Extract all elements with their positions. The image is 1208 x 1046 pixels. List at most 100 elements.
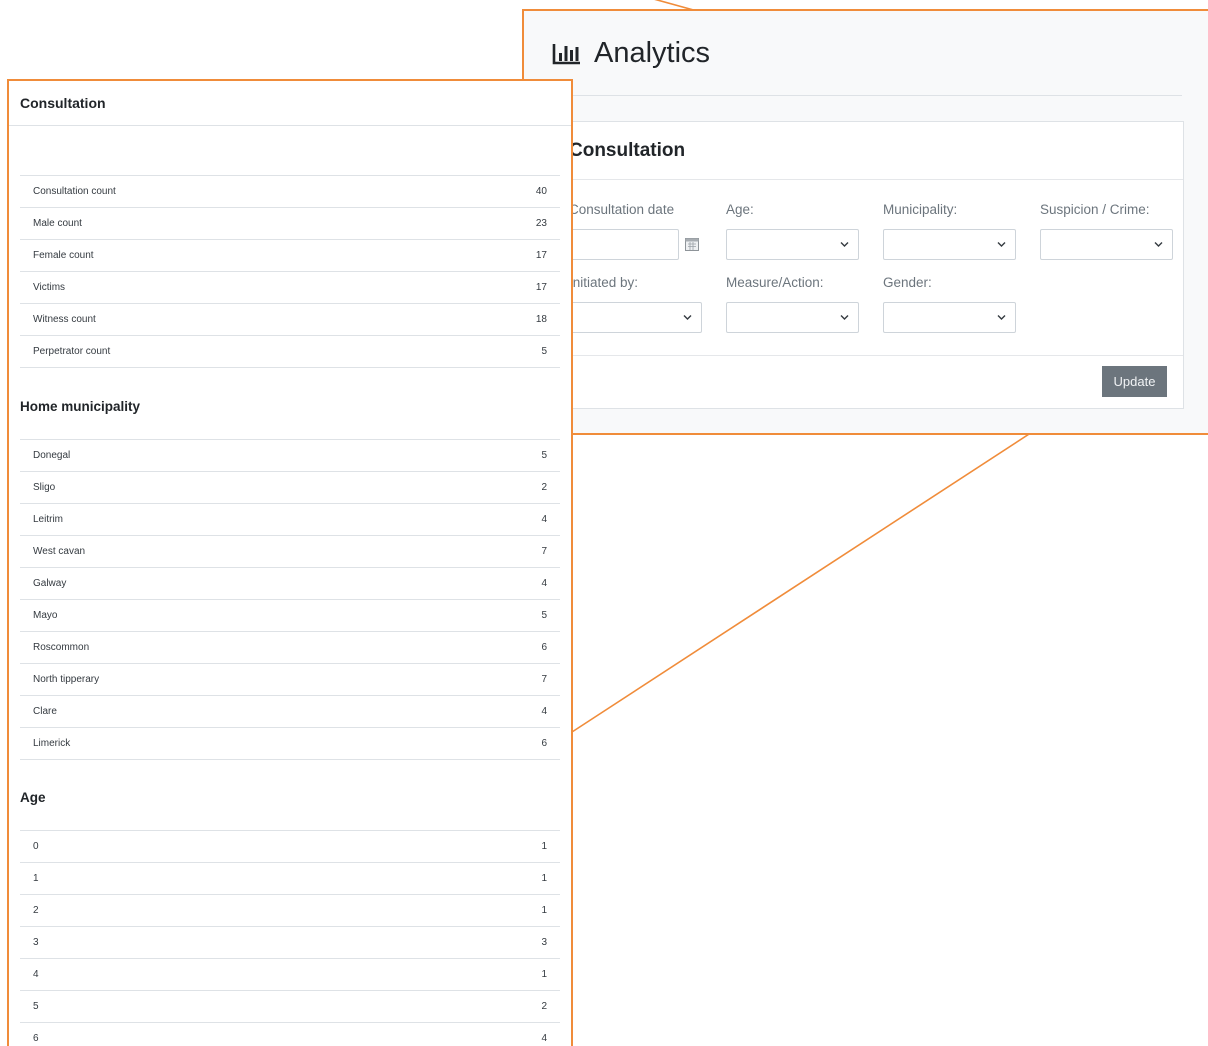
gender-field: Gender: xyxy=(883,275,1023,333)
initiated-by-select[interactable] xyxy=(569,302,702,333)
municipality-label: Municipality: xyxy=(883,202,958,217)
home-municipality-table: Donegal 5 Sligo 2 Leitrim 4 West cavan 7 Gal… xyxy=(20,439,560,760)
age-label: Age: xyxy=(726,202,754,217)
age-select[interactable] xyxy=(726,229,859,260)
row-value: 1 xyxy=(541,841,547,852)
row-label: West cavan xyxy=(33,546,86,557)
measure-action-select[interactable] xyxy=(726,302,859,333)
row-label: Donegal xyxy=(33,450,71,461)
row-label: Clare xyxy=(33,706,57,717)
header-divider xyxy=(552,95,1182,96)
analytics-panel: Analytics Consultation Consultation date xyxy=(522,9,1208,435)
age-table: 01 11 21 33 41 52 64 xyxy=(20,830,560,1046)
table-row: 52 xyxy=(20,991,560,1023)
initiated-by-label: Initiated by: xyxy=(569,275,639,290)
screenshot-stage: Analytics Consultation Consultation date xyxy=(0,0,1208,1046)
row-label: 5 xyxy=(33,1001,39,1012)
row-value: 4 xyxy=(541,1033,547,1044)
summary-table: Consultation count 40 Male count 23 Female… xyxy=(20,175,560,368)
measure-action-field: Measure/Action: xyxy=(726,275,866,333)
row-label: North tipperary xyxy=(33,674,100,685)
analytics-header: Analytics xyxy=(552,37,710,70)
table-row: Leitrim 4 xyxy=(20,504,560,536)
row-value: 23 xyxy=(535,218,547,229)
row-label: 4 xyxy=(33,969,39,980)
row-label: 6 xyxy=(33,1033,39,1044)
row-label: 1 xyxy=(33,873,39,884)
suspicion-crime-label: Suspicion / Crime: xyxy=(1040,202,1150,217)
bar-chart-icon xyxy=(552,43,580,64)
table-row: Male count 23 xyxy=(20,208,560,240)
row-value: 7 xyxy=(541,546,547,557)
gender-select[interactable] xyxy=(883,302,1016,333)
row-label: Consultation count xyxy=(33,186,116,197)
row-value: 5 xyxy=(541,610,547,621)
consultation-filter-card: Consultation Consultation date Age: Muni… xyxy=(552,121,1184,409)
row-value: 4 xyxy=(541,578,547,589)
initiated-by-field: Initiated by: xyxy=(569,275,709,333)
table-row: 21 xyxy=(20,895,560,927)
chevron-down-icon xyxy=(840,242,849,247)
chevron-down-icon xyxy=(997,315,1006,320)
row-value: 3 xyxy=(541,937,547,948)
table-row: 64 xyxy=(20,1023,560,1046)
table-row: Mayo 5 xyxy=(20,600,560,632)
row-value: 1 xyxy=(541,873,547,884)
municipality-field: Municipality: xyxy=(883,202,1023,260)
age-heading: Age xyxy=(20,790,46,805)
row-value: 4 xyxy=(541,514,547,525)
chevron-down-icon xyxy=(1154,242,1163,247)
table-row: Sligo 2 xyxy=(20,472,560,504)
row-value: 1 xyxy=(541,969,547,980)
stats-title: Consultation xyxy=(9,81,571,126)
row-label: Female count xyxy=(33,250,94,261)
row-label: Galway xyxy=(33,578,67,589)
calendar-icon[interactable] xyxy=(685,238,699,251)
row-label: Male count xyxy=(33,218,82,229)
row-label: Sligo xyxy=(33,482,56,493)
row-value: 18 xyxy=(535,314,547,325)
table-row: Limerick 6 xyxy=(20,728,560,760)
chevron-down-icon xyxy=(683,315,692,320)
gender-label: Gender: xyxy=(883,275,932,290)
municipality-select[interactable] xyxy=(883,229,1016,260)
row-value: 5 xyxy=(541,346,547,357)
table-row: Roscommon 6 xyxy=(20,632,560,664)
row-label: 2 xyxy=(33,905,39,916)
card-footer: Update xyxy=(553,355,1183,408)
page-title: Analytics xyxy=(594,37,711,69)
row-label: Limerick xyxy=(33,738,71,749)
consultation-date-input[interactable] xyxy=(569,229,679,260)
row-label: Leitrim xyxy=(33,514,64,525)
consultation-date-field: Consultation date xyxy=(569,202,709,260)
row-value: 17 xyxy=(535,250,547,261)
row-value: 1 xyxy=(541,905,547,916)
row-value: 4 xyxy=(541,706,547,717)
table-row: Victims 17 xyxy=(20,272,560,304)
row-value: 5 xyxy=(541,450,547,461)
table-row: Witness count 18 xyxy=(20,304,560,336)
table-row: 01 xyxy=(20,831,560,863)
suspicion-crime-select[interactable] xyxy=(1040,229,1173,260)
date-input-group xyxy=(569,229,709,260)
card-title: Consultation xyxy=(553,122,1183,180)
update-button[interactable]: Update xyxy=(1102,366,1167,397)
table-row: Galway 4 xyxy=(20,568,560,600)
table-row: Perpetrator count 5 xyxy=(20,336,560,368)
row-value: 6 xyxy=(541,642,547,653)
table-row: Donegal 5 xyxy=(20,440,560,472)
home-municipality-heading: Home municipality xyxy=(20,399,141,414)
update-connector-line xyxy=(571,392,1093,733)
row-label: 3 xyxy=(33,937,39,948)
table-row: 41 xyxy=(20,959,560,991)
row-label: Victims xyxy=(33,282,66,293)
row-value: 2 xyxy=(541,482,547,493)
measure-action-label: Measure/Action: xyxy=(726,275,824,290)
chevron-down-icon xyxy=(840,315,849,320)
table-row: Clare 4 xyxy=(20,696,560,728)
row-label: 0 xyxy=(33,841,39,852)
table-row: West cavan 7 xyxy=(20,536,560,568)
row-value: 40 xyxy=(535,186,547,197)
chevron-down-icon xyxy=(997,242,1006,247)
table-row: 33 xyxy=(20,927,560,959)
